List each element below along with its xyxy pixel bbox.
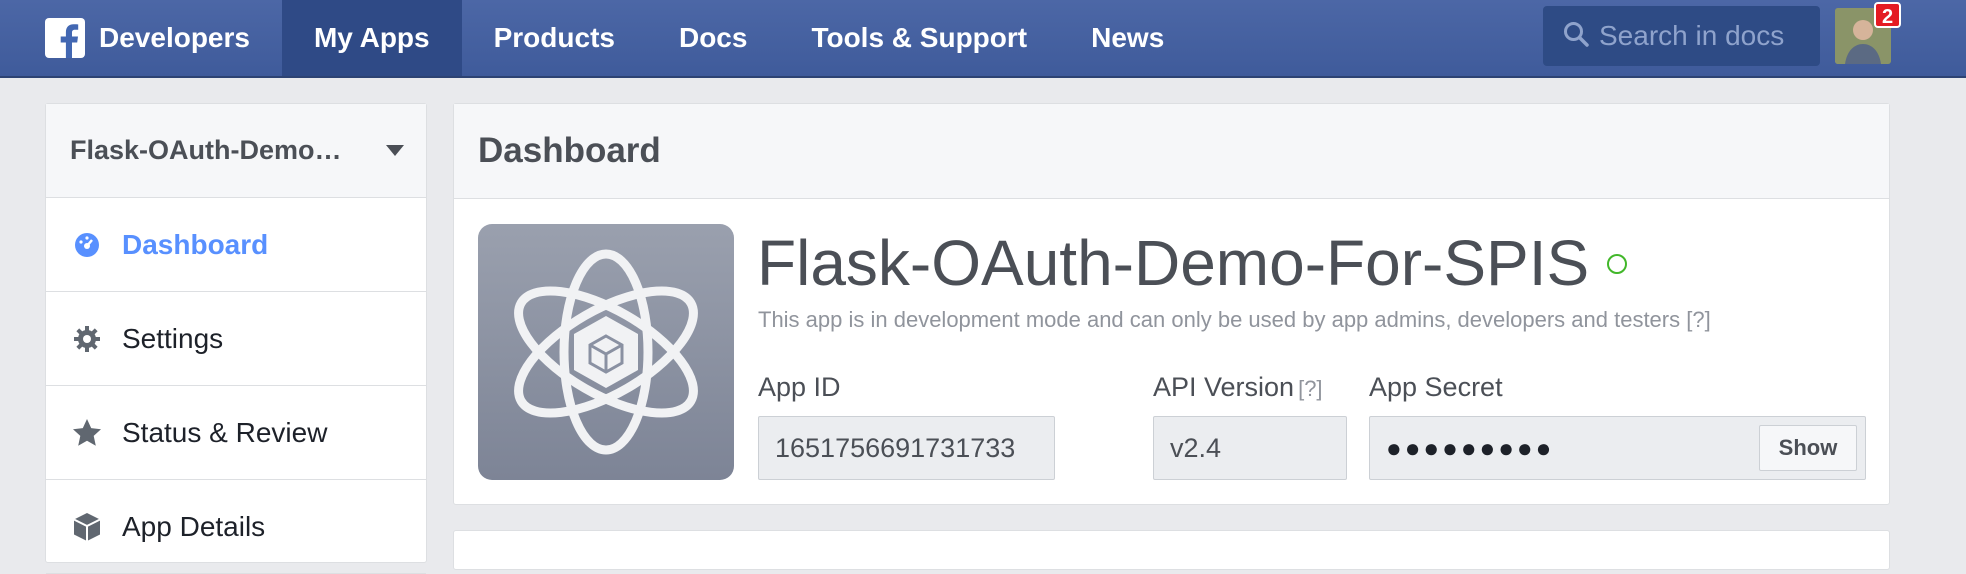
dashboard-panel: Dashboard Flask-OAuth-Demo-For-SPIS This… — [453, 103, 1890, 505]
app-icon[interactable] — [478, 224, 734, 480]
star-icon — [72, 418, 102, 448]
sidebar-item-label: Status & Review — [122, 416, 328, 448]
secondary-panel — [453, 530, 1890, 570]
development-mode-note: This app is in development mode and can … — [758, 307, 1711, 332]
app-selector-dropdown[interactable]: Flask-OAuth-Demo… — [46, 104, 426, 198]
gear-icon — [72, 324, 102, 354]
status-dot-icon — [1607, 254, 1628, 275]
sidebar-item-dashboard[interactable]: Dashboard — [46, 198, 426, 292]
api-version-label: API Version [?] — [1153, 372, 1323, 403]
page-title: Dashboard — [454, 104, 1889, 199]
sidebar-item-label: Settings — [122, 322, 224, 354]
app-name-text: Flask-OAuth-Demo-For-SPIS — [757, 227, 1590, 299]
app-id-label: App ID — [758, 372, 841, 402]
sidebar-item-status-review[interactable]: Status & Review — [46, 386, 426, 480]
app-id-field[interactable]: 1651756691731733 — [758, 416, 1055, 480]
api-version-field[interactable]: v2.4 — [1153, 416, 1347, 480]
api-version-label-text: API Version — [1153, 372, 1295, 402]
sidebar-item-app-details[interactable]: App Details — [46, 480, 426, 574]
api-version-value: v2.4 — [1170, 432, 1222, 463]
sidebar-item-label: Dashboard — [122, 228, 269, 260]
facebook-logo-icon — [45, 18, 85, 58]
app-secret-field[interactable]: ●●●●●●●●● Show — [1369, 416, 1866, 480]
cube-icon — [72, 512, 102, 542]
search-input[interactable] — [1599, 20, 1809, 52]
sidebar-item-settings[interactable]: Settings — [46, 292, 426, 386]
show-secret-button[interactable]: Show — [1759, 425, 1857, 471]
nav-products[interactable]: Products — [462, 0, 647, 76]
app-sidebar: Flask-OAuth-Demo… Dashboard Settings Sta… — [45, 103, 427, 574]
nav-my-apps[interactable]: My Apps — [281, 0, 462, 76]
docs-search-box[interactable] — [1543, 6, 1820, 66]
nav-news[interactable]: News — [1059, 0, 1196, 76]
app-secret-masked-value: ●●●●●●●●● — [1386, 432, 1555, 463]
search-icon — [1563, 21, 1589, 52]
notification-badge[interactable]: 2 — [1874, 2, 1902, 28]
app-id-value: 1651756691731733 — [775, 432, 1016, 463]
app-name-heading: Flask-OAuth-Demo-For-SPIS — [757, 226, 1628, 300]
nav-docs[interactable]: Docs — [647, 0, 779, 76]
chevron-down-icon — [386, 145, 404, 156]
developers-home-link[interactable]: Developers — [0, 0, 282, 76]
sidebar-item-label: App Details — [122, 510, 266, 542]
api-version-help-link[interactable]: [?] — [1298, 376, 1322, 401]
nav-tools-support[interactable]: Tools & Support — [779, 0, 1059, 76]
app-secret-label: App Secret — [1369, 372, 1503, 402]
brand-label: Developers — [99, 22, 250, 53]
app-selector-label: Flask-OAuth-Demo… — [70, 135, 342, 165]
dashboard-icon — [72, 230, 102, 260]
